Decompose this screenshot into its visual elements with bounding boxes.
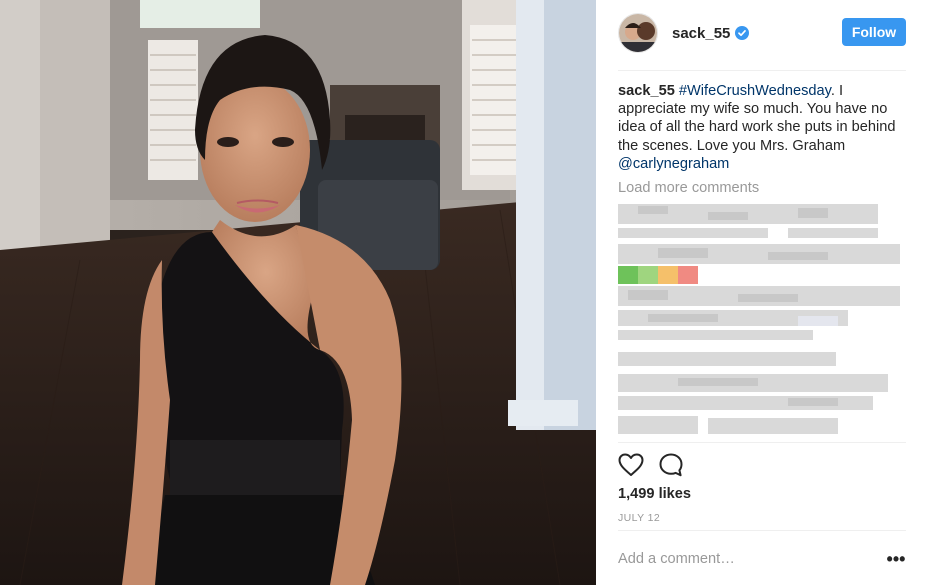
load-more-comments[interactable]: Load more comments bbox=[618, 180, 759, 196]
post-caption: sack_55 #WifeCrushWednesday. I appreciat… bbox=[618, 82, 908, 173]
post-header: sack_55 Follow bbox=[618, 12, 906, 54]
footer-divider bbox=[618, 530, 906, 531]
avatar[interactable] bbox=[618, 13, 658, 53]
caption-username[interactable]: sack_55 bbox=[618, 83, 675, 99]
post-date: JULY 12 bbox=[618, 512, 661, 524]
heart-outline-icon[interactable] bbox=[618, 452, 644, 478]
caption-hashtag[interactable]: #WifeCrushWednesday bbox=[679, 83, 831, 99]
follow-button[interactable]: Follow bbox=[842, 18, 906, 46]
redacted-comments bbox=[618, 202, 906, 438]
caption-mention[interactable]: @carlynegraham bbox=[618, 156, 729, 172]
action-bar bbox=[618, 452, 684, 478]
verified-badge-icon bbox=[735, 26, 750, 40]
post-photo[interactable] bbox=[0, 0, 596, 585]
like-count[interactable]: 1,499 likes bbox=[618, 486, 691, 502]
post-sidebar: sack_55 Follow sack_55 #WifeCrushWednesd… bbox=[596, 0, 926, 585]
comments-divider bbox=[618, 442, 906, 443]
speech-bubble-icon[interactable] bbox=[658, 452, 684, 478]
header-username[interactable]: sack_55 bbox=[672, 25, 730, 42]
comment-input[interactable] bbox=[618, 548, 868, 570]
more-options-button[interactable]: ••• bbox=[886, 550, 906, 568]
avatar-image bbox=[619, 14, 657, 52]
header-divider bbox=[618, 70, 906, 71]
photo-image bbox=[0, 0, 596, 585]
